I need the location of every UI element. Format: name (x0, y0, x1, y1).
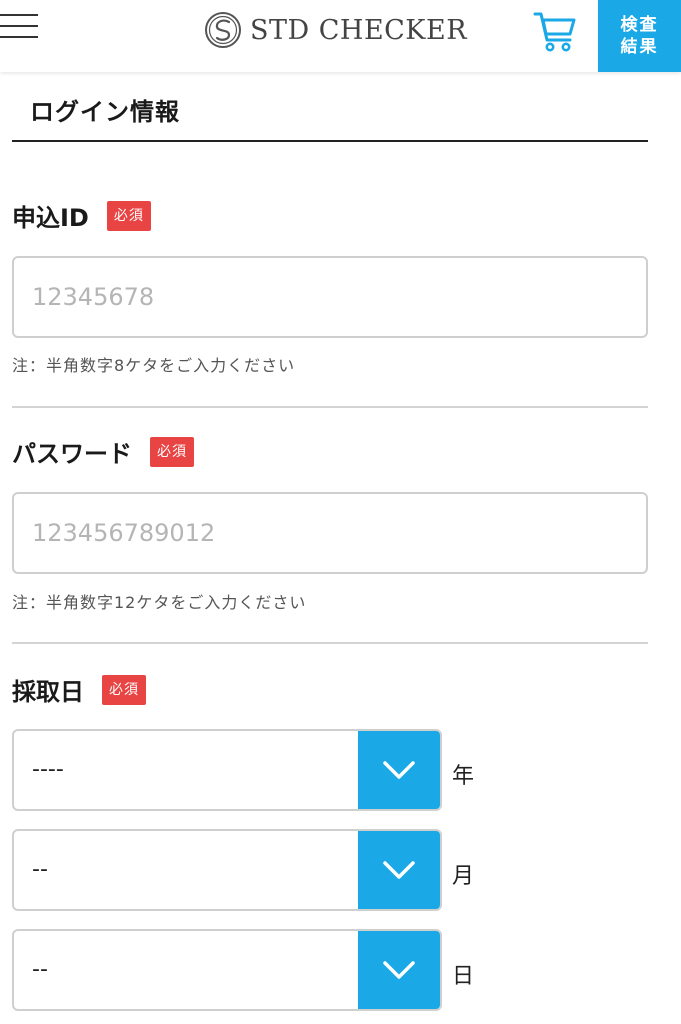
logo-mark-icon (205, 12, 241, 48)
required-badge: 必須 (106, 200, 151, 231)
test-results-label-line2: 結果 (620, 37, 659, 57)
divider (12, 406, 648, 408)
year-select[interactable]: ---- (12, 729, 442, 811)
hamburger-icon-bar-bottom (0, 36, 38, 38)
password-label-row: パスワード 必須 (12, 434, 194, 469)
year-unit: 年 (452, 764, 475, 789)
password-label: パスワード (12, 440, 132, 468)
required-badge: 必須 (102, 674, 146, 705)
hamburger-icon-bar-middle (0, 25, 38, 27)
section-underline (12, 140, 648, 142)
month-select-value: -- (32, 857, 48, 882)
day-select-value: -- (32, 957, 48, 982)
collection-date-label: 採取日 (12, 678, 84, 706)
day-unit: 日 (452, 964, 475, 989)
test-results-label-line1: 検査 (620, 15, 659, 35)
logo-text: STD CHECKER (250, 14, 468, 46)
year-select-arrow[interactable] (358, 731, 440, 809)
required-badge: 必須 (150, 436, 194, 467)
application-id-note: 注：半角数字8ケタをご入力ください (12, 356, 296, 375)
chevron-down-icon (383, 961, 415, 979)
hamburger-icon-bar-top (0, 14, 38, 16)
test-results-button[interactable]: 検査 結果 (598, 0, 681, 72)
header: STD CHECKER 検査 結果 (0, 0, 681, 72)
collection-date-label-row: 採取日 必須 (12, 672, 146, 707)
cart-icon (533, 12, 576, 52)
divider (12, 642, 648, 644)
section-title: ログイン情報 (30, 98, 180, 126)
password-input[interactable] (12, 492, 648, 574)
chevron-down-icon (383, 761, 415, 779)
month-unit: 月 (452, 864, 475, 889)
day-select[interactable]: -- (12, 929, 442, 1011)
cart-button[interactable] (532, 8, 578, 54)
menu-button[interactable] (0, 14, 40, 44)
application-id-label: 申込ID (12, 204, 89, 232)
password-note: 注：半角数字12ケタをご入力ください (12, 593, 307, 612)
year-select-value: ---- (32, 757, 64, 782)
month-select[interactable]: -- (12, 829, 442, 911)
application-id-input[interactable] (12, 256, 648, 338)
month-select-arrow[interactable] (358, 831, 440, 909)
application-id-label-row: 申込ID 必須 (12, 198, 151, 233)
day-select-arrow[interactable] (358, 931, 440, 1009)
chevron-down-icon (383, 861, 415, 879)
logo[interactable]: STD CHECKER (204, 10, 467, 50)
